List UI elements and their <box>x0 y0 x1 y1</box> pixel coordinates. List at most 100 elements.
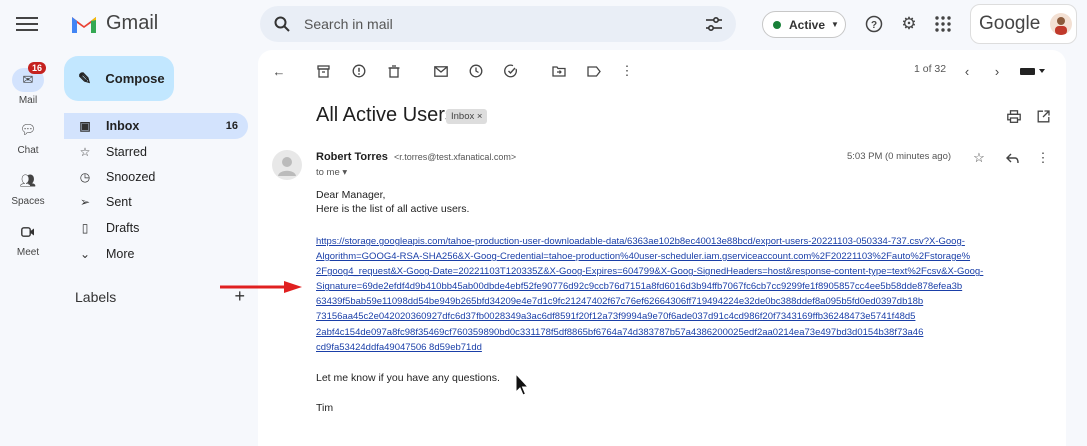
download-link[interactable]: https://storage.googleapis.com/tahoe-pro… <box>316 234 1056 355</box>
send-icon: ➢ <box>79 195 91 209</box>
nav-item-sent[interactable]: ➢ Sent <box>64 189 248 215</box>
nav-label: Drafts <box>106 221 140 235</box>
link-line[interactable]: cd9fa53424ddfa49047506 8d59eb71dd <box>316 340 1056 355</box>
main-menu-icon[interactable] <box>16 14 38 34</box>
sender-line: Robert Torres <r.torres@test.xfanatical.… <box>316 151 516 163</box>
help-icon[interactable]: ? <box>863 13 885 35</box>
rail-label: Mail <box>18 95 38 106</box>
report-spam-icon[interactable] <box>350 62 368 80</box>
meet-icon <box>12 220 44 244</box>
rail-label: Meet <box>16 247 40 258</box>
nav-item-inbox[interactable]: ▣ Inbox 16 <box>64 113 248 139</box>
archive-icon[interactable] <box>314 62 332 80</box>
inbox-icon: ▣ <box>79 119 91 133</box>
greeting-text: Dear Manager, <box>316 189 386 201</box>
move-to-icon[interactable] <box>550 62 568 80</box>
open-in-new-window-icon[interactable] <box>1034 107 1052 125</box>
pencil-icon: ✎ <box>78 70 92 88</box>
link-line[interactable]: https://storage.googleapis.com/tahoe-pro… <box>316 234 1056 249</box>
settings-gear-icon[interactable]: ⚙ <box>898 13 920 35</box>
snooze-clock-icon[interactable] <box>467 62 485 80</box>
mark-unread-icon[interactable] <box>432 62 450 80</box>
search-options-icon[interactable] <box>706 17 722 31</box>
mail-unread-badge: 16 <box>28 62 47 74</box>
previous-chevron-icon[interactable]: ‹ <box>958 62 976 80</box>
spaces-icon: 👥︎ <box>19 173 37 188</box>
link-line[interactable]: 73156aa45c2e042020360927dfc6d37fb0028349… <box>316 309 1056 324</box>
rail-item-meet[interactable]: Meet <box>0 220 56 258</box>
recipients-toggle[interactable]: to me ▾ <box>316 167 347 178</box>
add-task-icon[interactable] <box>502 62 520 80</box>
link-line[interactable]: Algorithm=GOOG4-RSA-SHA256&X-Goog-Creden… <box>316 249 1056 264</box>
rail-item-spaces[interactable]: 👥︎ Spaces <box>0 169 56 207</box>
chevron-down-icon: ⌄ <box>79 247 91 261</box>
google-account-button[interactable]: Google <box>970 4 1077 44</box>
nav-item-more[interactable]: ⌄ More <box>64 241 248 267</box>
closing-text: Let me know if you have any questions. <box>316 371 500 384</box>
nav-label: Snoozed <box>106 170 156 184</box>
compose-label: Compose <box>105 71 165 86</box>
status-label: Active <box>789 17 826 32</box>
label-tag-icon[interactable] <box>585 62 603 80</box>
nav-item-starred[interactable]: ☆ Starred <box>64 139 248 165</box>
link-line[interactable]: Signature=69de2efdf4d9b410bb45ab00dbde4e… <box>316 279 1056 294</box>
more-vert-icon[interactable]: ⋮ <box>618 62 636 80</box>
rail-label: Chat <box>17 145 39 156</box>
print-icon[interactable] <box>1005 107 1023 125</box>
email-subject: All Active Users <box>316 104 455 126</box>
next-chevron-icon[interactable]: › <box>988 62 1006 80</box>
google-wordmark: Google <box>979 13 1041 34</box>
rail-label: Spaces <box>11 196 45 207</box>
nav-label: Sent <box>106 195 132 209</box>
sender-email: <r.torres@test.xfanatical.com> <box>393 152 517 162</box>
apps-grid-icon[interactable] <box>932 13 954 35</box>
signature-text: Tim <box>316 401 334 414</box>
input-tools-icon[interactable] <box>1018 62 1048 80</box>
more-options-icon[interactable]: ⋮ <box>1034 149 1052 167</box>
labels-title: Labels <box>75 289 117 305</box>
nav-label: Starred <box>106 145 147 159</box>
link-line[interactable]: 2Fgoog4_request&X-Goog-Date=20221103T120… <box>316 264 1056 279</box>
search-bar[interactable]: Search in mail <box>260 6 736 42</box>
inbox-count: 16 <box>225 120 238 132</box>
gmail-m-icon <box>72 16 96 33</box>
link-line[interactable]: 63439f5bab59e11098dd54be949b265bfd34209e… <box>316 294 1056 309</box>
message-panel: ← ⋮ 1 of 32 ‹ › All Active Users Inbox ×… <box>258 50 1066 446</box>
top-bar: Gmail Search in mail Active ▼ ? ⚙ Google <box>0 0 1087 48</box>
nav-item-snoozed[interactable]: ◷ Snoozed <box>64 164 248 190</box>
svg-text:?: ? <box>871 20 877 31</box>
left-rail: ✉ 16 Mail 💬︎ Chat 👥︎ Spaces Meet <box>0 48 56 446</box>
rail-item-chat[interactable]: 💬︎ Chat <box>0 118 56 156</box>
email-body: Dear Manager, Here is the list of all ac… <box>316 188 1056 415</box>
draft-icon: ▯ <box>81 221 89 235</box>
app-name: Gmail <box>106 12 159 34</box>
intro-text: Here is the list of all active users. <box>316 203 470 215</box>
sender-name[interactable]: Robert Torres <box>316 151 388 163</box>
chat-icon: 💬︎ <box>19 122 37 137</box>
link-line[interactable]: 2abf4c154de097a8fc98f35469cf760359890bd0… <box>316 325 1056 340</box>
compose-button[interactable]: ✎ Compose <box>64 56 174 101</box>
nav-label: Inbox <box>106 119 140 133</box>
inbox-label-chip[interactable]: Inbox × <box>446 109 488 124</box>
status-dropdown[interactable]: Active ▼ <box>762 11 846 38</box>
reply-icon[interactable] <box>1003 149 1021 167</box>
delete-icon[interactable] <box>385 62 403 80</box>
mouse-pointer-icon <box>515 373 529 396</box>
search-placeholder[interactable]: Search in mail <box>304 16 706 32</box>
sender-avatar[interactable] <box>272 150 302 180</box>
email-timestamp: 5:03 PM (0 minutes ago) <box>847 151 952 162</box>
rail-item-mail[interactable]: ✉ 16 Mail <box>0 62 56 106</box>
nav-item-drafts[interactable]: ▯ Drafts <box>64 215 248 241</box>
caret-down-icon: ▼ <box>831 20 839 29</box>
star-icon: ☆ <box>79 145 91 159</box>
pagination-text: 1 of 32 <box>914 63 947 75</box>
status-dot-icon <box>773 20 781 29</box>
search-icon[interactable] <box>274 16 290 32</box>
red-arrow-annotation <box>220 281 302 293</box>
user-avatar[interactable] <box>1050 13 1073 35</box>
clock-icon: ◷ <box>79 170 91 184</box>
back-arrow-icon[interactable]: ← <box>270 62 288 80</box>
star-icon[interactable]: ☆ <box>970 149 988 167</box>
nav-label: More <box>106 247 135 261</box>
gmail-logo[interactable]: Gmail <box>70 12 158 35</box>
